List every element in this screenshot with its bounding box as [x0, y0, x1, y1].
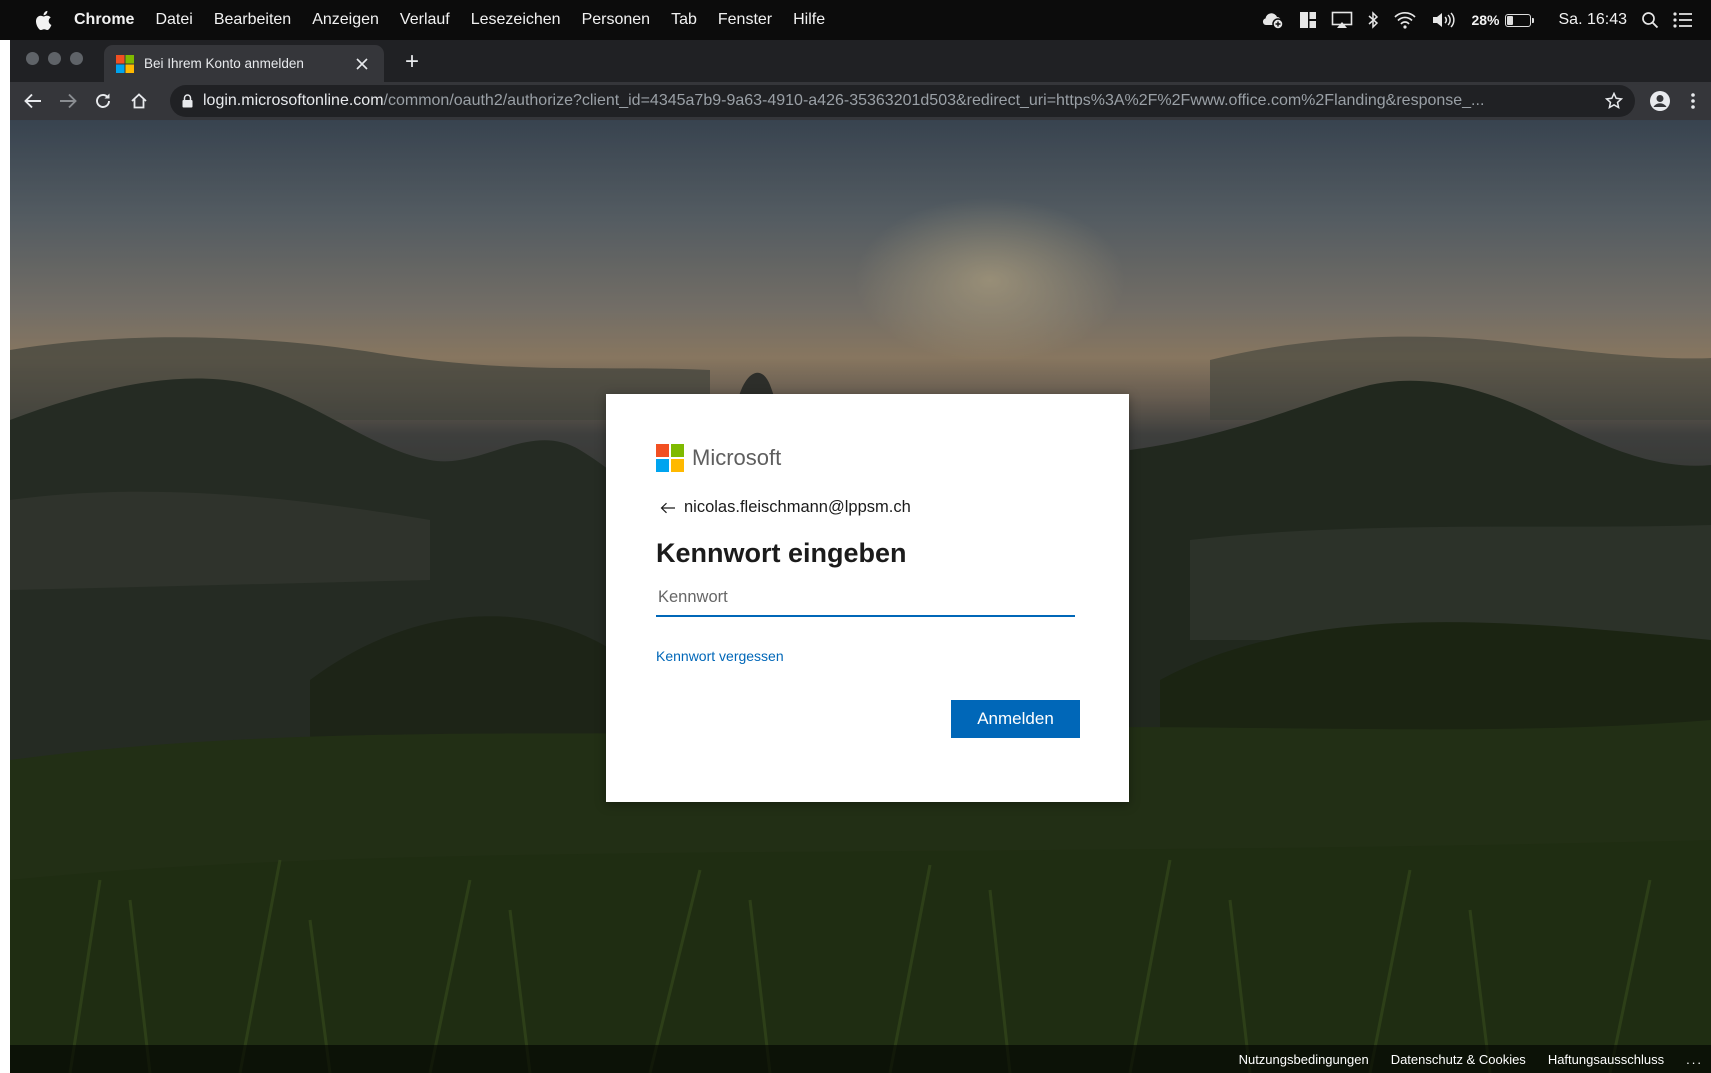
- menu-tab[interactable]: Tab: [671, 11, 697, 29]
- url-path: /common/oauth2/authorize?client_id=4345a…: [383, 92, 1485, 109]
- menu-datei[interactable]: Datei: [155, 11, 192, 29]
- close-tab-icon[interactable]: [350, 52, 374, 76]
- signin-card: Microsoft nicolas.fleischmann@lppsm.ch K…: [606, 394, 1129, 802]
- password-input[interactable]: [656, 579, 1075, 617]
- cloud-sync-icon[interactable]: [1259, 10, 1285, 30]
- forgot-password-link[interactable]: Kennwort vergessen: [656, 648, 784, 664]
- chrome-window: Bei Ihrem Konto anmelden + login.microso…: [10, 40, 1711, 1073]
- close-window-button[interactable]: [26, 52, 39, 65]
- tab-title: Bei Ihrem Konto anmelden: [144, 56, 304, 71]
- footer-link-privacy[interactable]: Datenschutz & Cookies: [1391, 1052, 1526, 1067]
- tab-strip: Bei Ihrem Konto anmelden +: [10, 40, 1711, 82]
- maximize-window-button[interactable]: [70, 52, 83, 65]
- logo-square-yellow: [671, 459, 684, 472]
- logo-square-blue: [656, 459, 669, 472]
- bluetooth-icon[interactable]: [1367, 10, 1379, 30]
- window-controls: [26, 52, 83, 65]
- microsoft-favicon-icon: [116, 54, 134, 73]
- microsoft-logo-icon: [656, 444, 684, 472]
- signin-button[interactable]: Anmelden: [951, 700, 1080, 738]
- reload-icon[interactable]: [88, 86, 118, 116]
- battery-status[interactable]: 28%: [1471, 12, 1534, 28]
- browser-menu-icon[interactable]: [1678, 86, 1708, 116]
- menu-personen[interactable]: Personen: [582, 11, 651, 29]
- url-text[interactable]: login.microsoftonline.com/common/oauth2/…: [203, 92, 1599, 110]
- macos-menu-bar: Chrome Datei Bearbeiten Anzeigen Verlauf…: [0, 0, 1711, 40]
- battery-icon: [1504, 13, 1534, 27]
- menu-verlauf[interactable]: Verlauf: [400, 11, 450, 29]
- status-area: 28% Sa. 16:43: [1259, 0, 1693, 40]
- forward-arrow-icon[interactable]: [53, 86, 83, 116]
- page-footer: Nutzungsbedingungen Datenschutz & Cookie…: [10, 1045, 1711, 1073]
- address-bar[interactable]: login.microsoftonline.com/common/oauth2/…: [170, 85, 1635, 117]
- home-icon[interactable]: [124, 86, 154, 116]
- airplay-icon[interactable]: [1331, 11, 1353, 29]
- page-viewport: Microsoft nicolas.fleischmann@lppsm.ch K…: [10, 120, 1711, 1073]
- back-arrow-icon[interactable]: [660, 502, 676, 514]
- page-title: Kennwort eingeben: [656, 538, 907, 568]
- footer-link-disclaimer[interactable]: Haftungsausschluss: [1548, 1052, 1664, 1067]
- menu-bearbeiten[interactable]: Bearbeiten: [214, 11, 291, 29]
- spotlight-search-icon[interactable]: [1641, 11, 1659, 29]
- menu-hilfe[interactable]: Hilfe: [793, 11, 825, 29]
- logo-square-green: [671, 444, 684, 457]
- account-identity[interactable]: nicolas.fleischmann@lppsm.ch: [660, 498, 911, 517]
- bookmark-star-icon[interactable]: [1599, 92, 1629, 110]
- notification-center-icon[interactable]: [1673, 12, 1693, 28]
- account-email: nicolas.fleischmann@lppsm.ch: [684, 498, 911, 516]
- battery-fill: [1506, 15, 1514, 25]
- battery-percent: 28%: [1471, 12, 1500, 28]
- window-layout-icon[interactable]: [1299, 11, 1317, 29]
- logo-square-red: [656, 444, 669, 457]
- microsoft-logo: Microsoft: [656, 444, 781, 472]
- menu-anzeigen[interactable]: Anzeigen: [312, 11, 379, 29]
- minimize-window-button[interactable]: [48, 52, 61, 65]
- wifi-icon[interactable]: [1393, 11, 1417, 29]
- footer-more-icon[interactable]: ...: [1686, 1052, 1703, 1067]
- apple-logo-icon[interactable]: [34, 10, 56, 31]
- menu-fenster[interactable]: Fenster: [718, 11, 772, 29]
- browser-tab-active[interactable]: Bei Ihrem Konto anmelden: [104, 45, 384, 82]
- url-host: login.microsoftonline.com: [203, 92, 384, 109]
- menu-app-chrome[interactable]: Chrome: [74, 11, 134, 29]
- new-tab-button[interactable]: +: [398, 48, 426, 76]
- back-arrow-icon[interactable]: [18, 86, 48, 116]
- profile-avatar-icon[interactable]: [1645, 86, 1675, 116]
- microsoft-wordmark: Microsoft: [692, 445, 782, 470]
- menubar-clock[interactable]: Sa. 16:43: [1559, 11, 1628, 29]
- menu-lesezeichen[interactable]: Lesezeichen: [471, 11, 561, 29]
- volume-icon[interactable]: [1431, 11, 1457, 29]
- footer-link-terms[interactable]: Nutzungsbedingungen: [1239, 1052, 1369, 1067]
- browser-toolbar: login.microsoftonline.com/common/oauth2/…: [10, 82, 1711, 120]
- lock-icon[interactable]: [182, 94, 193, 108]
